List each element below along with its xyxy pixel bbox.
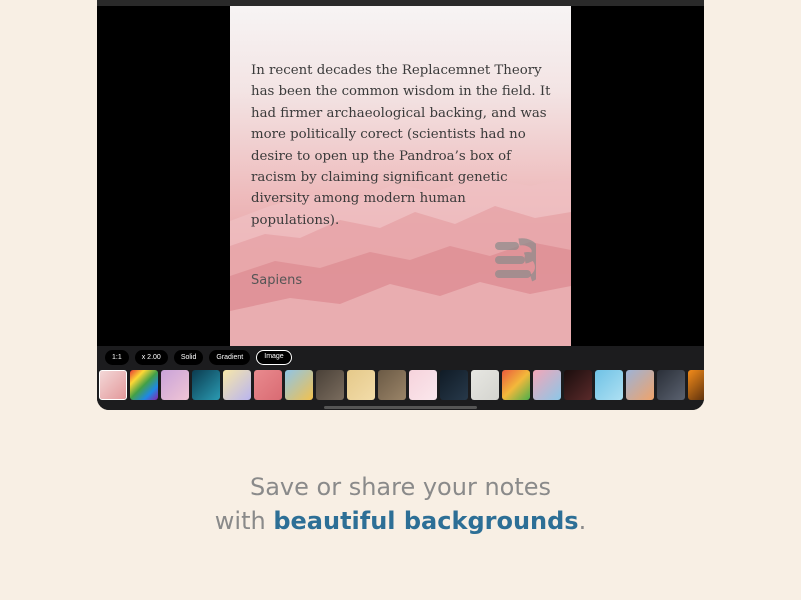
background-thumb-sky-bird[interactable]: [285, 370, 313, 400]
option-pills: 1:1 x 2.00 Solid Gradient Image: [105, 350, 292, 365]
marketing-caption: Save or share your notes with beautiful …: [0, 470, 801, 538]
background-thumb-sunset-sky[interactable]: [626, 370, 654, 400]
app-logo-icon: [495, 238, 536, 282]
background-thumb-pink-mountains[interactable]: [99, 370, 127, 400]
background-thumb-holo-pink[interactable]: [533, 370, 561, 400]
background-thumb-pastel-stripes[interactable]: [161, 370, 189, 400]
gradient-button[interactable]: Gradient: [209, 350, 251, 365]
background-thumb-dark-cliff[interactable]: [316, 370, 344, 400]
ratio-button[interactable]: 1:1: [105, 350, 129, 365]
caption-line-2: with beautiful backgrounds.: [0, 504, 801, 538]
note-author: Sapiens: [251, 273, 303, 288]
background-thumb-marble-white[interactable]: [471, 370, 499, 400]
caption-line-1: Save or share your notes: [249, 473, 552, 501]
background-thumbnails: [99, 370, 704, 400]
background-thumb-coral-pink[interactable]: [254, 370, 282, 400]
note-preview-card: In recent decades the Replacemnet Theory…: [230, 6, 571, 346]
device-frame: In recent decades the Replacemnet Theory…: [97, 0, 704, 410]
background-thumb-night-sea[interactable]: [440, 370, 468, 400]
background-thumb-dark-portrait[interactable]: [564, 370, 592, 400]
background-thumb-golden-sand[interactable]: [347, 370, 375, 400]
background-thumb-dusk-field[interactable]: [657, 370, 685, 400]
image-button[interactable]: Image: [256, 350, 292, 365]
background-thumb-lemon-lilac[interactable]: [223, 370, 251, 400]
home-indicator: [324, 406, 477, 409]
background-thumb-aqua-lemon[interactable]: [595, 370, 623, 400]
background-thumb-rainbow-chevron[interactable]: [130, 370, 158, 400]
solid-button[interactable]: Solid: [173, 350, 204, 365]
note-quote: In recent decades the Replacemnet Theory…: [251, 63, 551, 228]
caption-suffix: .: [578, 507, 587, 535]
scale-button[interactable]: x 2.00: [134, 350, 168, 365]
background-toolbar: 1:1 x 2.00 Solid Gradient Image: [97, 346, 704, 410]
background-thumb-brown-texture[interactable]: [378, 370, 406, 400]
caption-highlight: beautiful backgrounds: [273, 507, 579, 535]
background-thumb-flower-pink[interactable]: [409, 370, 437, 400]
background-thumb-orange-sunset[interactable]: [688, 370, 704, 400]
caption-prefix: with: [214, 507, 274, 535]
background-thumb-teal-glow[interactable]: [192, 370, 220, 400]
background-thumb-warm-stripes[interactable]: [502, 370, 530, 400]
